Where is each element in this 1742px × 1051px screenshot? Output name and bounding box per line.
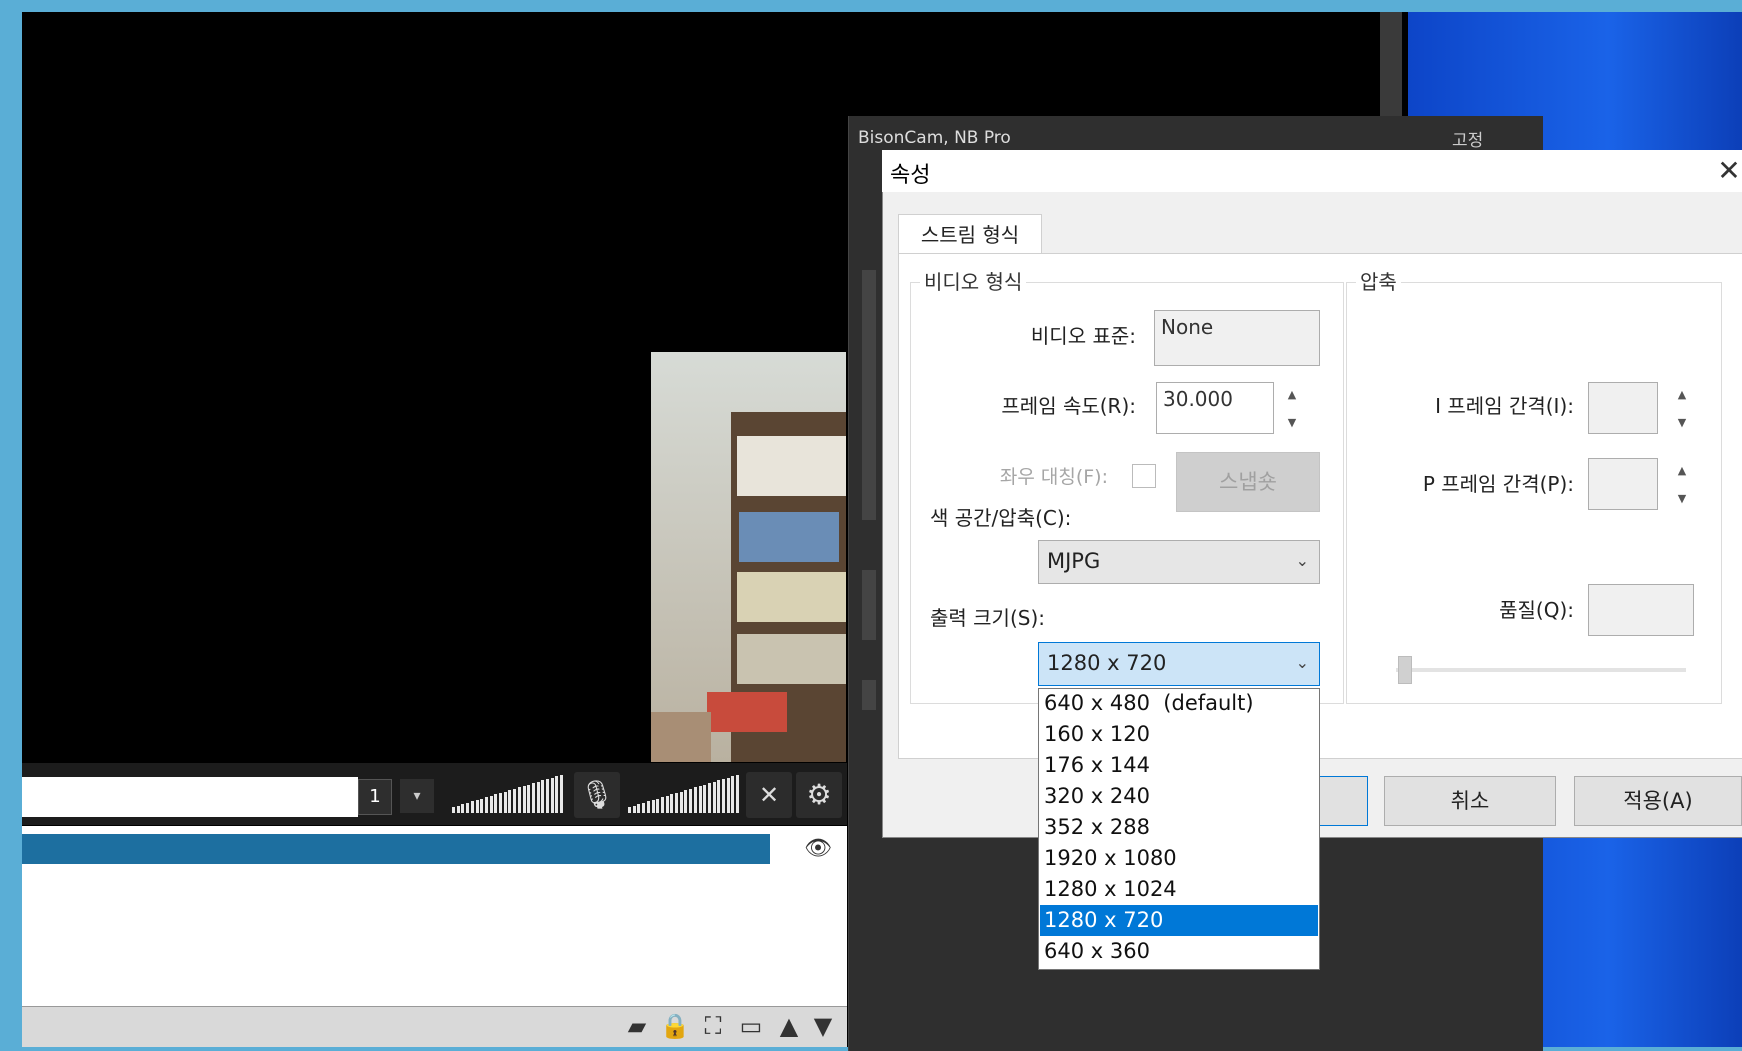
camera-window-title: BisonCam, NB Pro: [858, 128, 1011, 148]
dropdown-option[interactable]: 352 x 288: [1040, 812, 1318, 843]
flip-checkbox[interactable]: [1132, 464, 1156, 488]
dropdown-option[interactable]: 320 x 240: [1040, 781, 1318, 812]
camera-window-panel: [862, 680, 876, 710]
pframe-interval-label: P 프레임 간격(P):: [1422, 472, 1574, 496]
dialog-titlebar: [882, 150, 1742, 192]
quality-slider-track[interactable]: [1396, 668, 1686, 672]
dropdown-option[interactable]: 1920 x 1080: [1040, 843, 1318, 874]
video-format-group-label: 비디오 형식: [920, 266, 1027, 295]
iframe-interval-input[interactable]: [1588, 382, 1658, 434]
output-size-value: 1280 x 720: [1047, 651, 1167, 675]
dropdown-option[interactable]: 640 x 360: [1040, 936, 1318, 967]
folder-icon[interactable]: ▰: [622, 1010, 652, 1042]
speaker-muted-icon[interactable]: ✕: [746, 772, 792, 818]
compression-group-label: 압축: [1356, 266, 1401, 295]
eye-icon[interactable]: 👁: [800, 834, 836, 864]
gear-icon[interactable]: ⚙: [796, 772, 842, 818]
up-arrow-icon[interactable]: ▲: [774, 1010, 804, 1042]
input-volume-meter[interactable]: [452, 773, 566, 813]
quality-label: 품질(Q):: [1499, 598, 1574, 622]
close-icon[interactable]: ✕: [1714, 152, 1742, 190]
color-space-value: MJPG: [1047, 549, 1101, 573]
microphone-icon[interactable]: 🎙: [574, 772, 620, 818]
scene-dropdown-icon[interactable]: ▾: [400, 779, 434, 813]
camera-window-panel: [862, 570, 876, 640]
webcam-preview: [651, 352, 846, 762]
frame-rate-input[interactable]: 30.000: [1156, 382, 1274, 434]
quality-slider-thumb[interactable]: [1398, 656, 1412, 684]
output-volume-meter[interactable]: [628, 773, 742, 813]
source-input[interactable]: [22, 777, 358, 817]
camera-window-panel: [862, 270, 876, 520]
iframe-interval-label: I 프레임 간격(I):: [1435, 394, 1574, 418]
cancel-button[interactable]: 취소: [1384, 776, 1556, 826]
fit-icon[interactable]: ⛶: [698, 1010, 728, 1042]
frame-rate-label: 프레임 속도(R):: [1001, 394, 1136, 418]
color-space-select[interactable]: MJPG ⌄: [1038, 540, 1320, 584]
chevron-down-icon: ⌄: [1295, 653, 1309, 672]
flip-label: 좌우 대칭(F):: [999, 466, 1108, 488]
layout-icon[interactable]: ▭: [736, 1010, 766, 1042]
iframe-interval-spinner[interactable]: ▲ ▼: [1670, 380, 1694, 436]
dropdown-option-selected[interactable]: 1280 x 720: [1040, 905, 1318, 936]
video-standard-field[interactable]: None: [1154, 310, 1320, 366]
chevron-down-icon: ⌄: [1295, 551, 1309, 570]
tab-stream-format[interactable]: 스트림 형식: [898, 214, 1042, 255]
scene-number[interactable]: 1: [358, 779, 392, 815]
dropdown-option[interactable]: 1280 x 1024: [1040, 874, 1318, 905]
pframe-interval-spinner[interactable]: ▲ ▼: [1670, 456, 1694, 512]
output-size-select[interactable]: 1280 x 720 ⌄: [1038, 642, 1320, 686]
pframe-interval-input[interactable]: [1588, 458, 1658, 510]
frame-rate-spinner[interactable]: ▲ ▼: [1280, 380, 1304, 436]
output-size-label: 출력 크기(S):: [930, 606, 1045, 630]
dropdown-option[interactable]: 176 x 144: [1040, 750, 1318, 781]
lock-icon[interactable]: 🔒: [660, 1010, 690, 1042]
camera-window-controls[interactable]: 고정: [1452, 126, 1483, 151]
dropdown-option[interactable]: 160 x 120: [1040, 719, 1318, 750]
apply-button[interactable]: 적용(A): [1574, 776, 1742, 826]
quality-input[interactable]: [1588, 584, 1694, 636]
list-item-selected[interactable]: [22, 834, 770, 864]
color-space-label: 색 공간/압축(C):: [930, 506, 1072, 530]
down-arrow-icon[interactable]: ▼: [808, 1010, 838, 1042]
snapshot-button[interactable]: 스냅숏: [1176, 452, 1320, 512]
video-standard-label: 비디오 표준:: [1030, 324, 1136, 348]
dialog-title: 속성: [890, 163, 931, 188]
dropdown-option[interactable]: 640 x 480 (default): [1040, 688, 1318, 719]
